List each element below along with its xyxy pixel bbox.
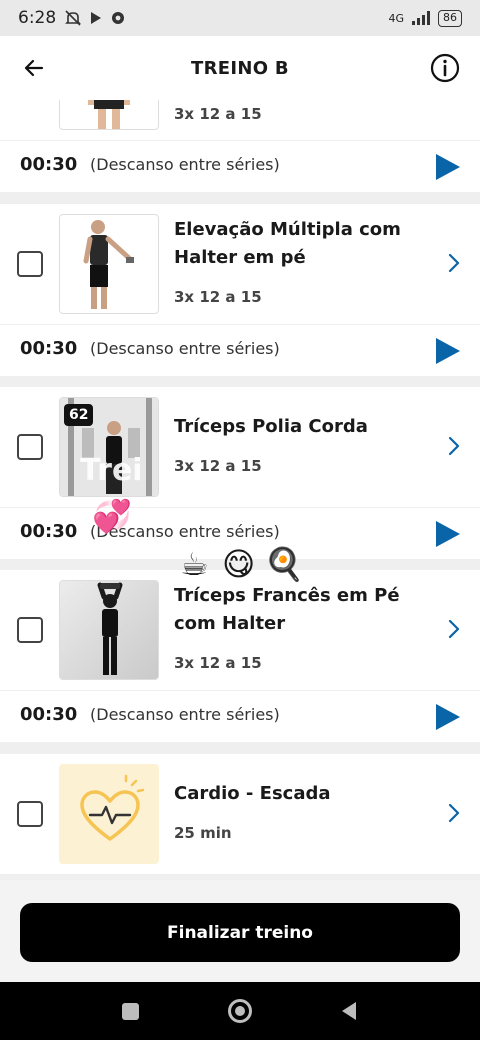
play-icon[interactable]: [434, 519, 462, 549]
exercise-card[interactable]: Elevação Múltipla com Halter em pé 3x 12…: [0, 204, 480, 324]
duration-badge-text: 62: [69, 407, 89, 423]
exercise-reps: 3x 12 a 15: [174, 288, 262, 306]
app-bar: TREINO B: [0, 36, 480, 100]
page-title: TREINO B: [191, 57, 289, 79]
coffee-emoji: ☕: [180, 545, 209, 583]
status-time: 6:28: [18, 8, 57, 28]
exercise-reps: 3x 12 a 15: [174, 105, 262, 123]
exercise-card[interactable]: Cardio - Escada 25 min: [0, 754, 480, 874]
finish-workout-label: Finalizar treino: [167, 922, 313, 943]
signal-icon: [412, 11, 430, 25]
mute-icon: [65, 10, 82, 26]
play-icon[interactable]: [434, 152, 462, 182]
info-icon[interactable]: [430, 53, 460, 83]
status-icons: [64, 9, 126, 27]
footer: Finalizar treino: [0, 880, 480, 982]
rest-row: 00:30 (Descanso entre séries): [0, 324, 480, 376]
watermark-text: Trei: [80, 453, 143, 488]
exercise-name: Tríceps Francês em Pé com Halter: [174, 585, 400, 634]
rest-time: 00:30: [20, 154, 78, 175]
duration-badge: 62: [64, 404, 94, 426]
yum-emoji: 😋: [222, 545, 256, 583]
play-icon[interactable]: [434, 336, 462, 366]
status-bar: 6:28 4G 86: [0, 0, 480, 36]
exercise-checkbox[interactable]: [17, 434, 43, 460]
hearts-emoji: 💞: [92, 497, 132, 535]
rest-time: 00:30: [20, 338, 78, 359]
exercise-thumbnail: [59, 214, 159, 314]
exercise-card[interactable]: Tríceps Francês em Pé com Halter 3x 12 a…: [0, 570, 480, 690]
battery-icon: 86: [438, 9, 462, 27]
play-icon[interactable]: [434, 702, 462, 732]
back-triangle-icon[interactable]: [340, 1000, 358, 1022]
exercise-card[interactable]: 3x 12 a 15: [0, 100, 480, 140]
exercise-list[interactable]: 3x 12 a 15 00:30 (Descanso entre séries)…: [0, 100, 480, 880]
athlete-image: [88, 100, 130, 129]
exercise-reps: 3x 12 a 15: [174, 654, 262, 672]
rest-label: (Descanso entre séries): [90, 339, 280, 358]
network-type: 4G: [388, 11, 404, 25]
exercise-thumbnail: [59, 100, 159, 130]
rest-time: 00:30: [20, 704, 78, 725]
rest-label: (Descanso entre séries): [90, 155, 280, 174]
chevron-right-icon[interactable]: [447, 618, 461, 640]
fried-egg-emoji: 🍳: [264, 545, 304, 583]
exercise-card[interactable]: Trei 62 Tríceps Polia Corda 3x 12 a 15: [0, 387, 480, 507]
exercise-thumbnail: [59, 580, 159, 680]
exercise-checkbox[interactable]: [17, 617, 43, 643]
status-right: 4G 86: [388, 9, 462, 27]
rest-row: 00:30 (Descanso entre séries): [0, 690, 480, 742]
exercise-thumbnail: [59, 764, 159, 864]
chevron-right-icon[interactable]: [447, 802, 461, 824]
athlete-image: [83, 220, 134, 309]
exercise-name: Cardio - Escada: [174, 783, 331, 804]
chevron-right-icon[interactable]: [447, 252, 461, 274]
battery-level: 86: [443, 10, 457, 24]
exercise-thumbnail: Trei 62: [59, 397, 159, 497]
rest-row: 00:30 (Descanso entre séries): [0, 140, 480, 192]
rest-time: 00:30: [20, 521, 78, 542]
system-nav-bar: [0, 982, 480, 1040]
exercise-checkbox[interactable]: [17, 251, 43, 277]
athlete-image: [60, 581, 158, 679]
finish-workout-button[interactable]: Finalizar treino: [20, 903, 460, 962]
arrow-left-icon[interactable]: [22, 56, 46, 80]
exercise-checkbox[interactable]: [17, 801, 43, 827]
exercise-name: Elevação Múltipla com Halter em pé: [174, 219, 401, 268]
recents-icon[interactable]: [122, 1003, 139, 1020]
exercise-reps: 25 min: [174, 824, 232, 842]
home-icon[interactable]: [228, 999, 252, 1023]
chevron-right-icon[interactable]: [447, 435, 461, 457]
exercise-reps: 3x 12 a 15: [174, 457, 262, 475]
chat-icon: [112, 12, 125, 24]
exercise-name: Tríceps Polia Corda: [174, 416, 368, 437]
heart-pulse-icon: [80, 774, 145, 841]
rest-label: (Descanso entre séries): [90, 705, 280, 724]
play-store-icon: [91, 12, 102, 24]
